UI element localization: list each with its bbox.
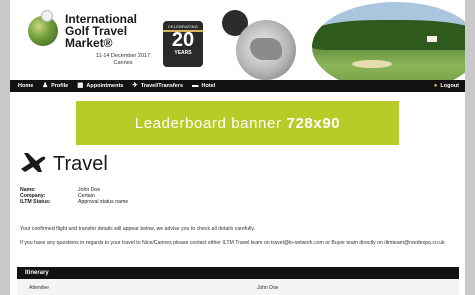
event-city: Cannes [113, 60, 133, 66]
event-date-text: 11-14 December 2017 [95, 53, 151, 59]
nav-appointments[interactable]: ▦ Appointments [77, 82, 124, 89]
bed-icon: ▬ [192, 82, 199, 89]
header: International Golf Travel Market® 11-14 … [10, 0, 465, 80]
page: International Golf Travel Market® 11-14 … [10, 0, 465, 295]
nav-hotel-label: Hotel [201, 83, 216, 89]
calendar-icon: ▦ [77, 82, 84, 89]
nav-home-label: Home [18, 83, 34, 89]
nav-appointments-label: Appointments [86, 83, 124, 89]
golf-course-image [312, 2, 465, 80]
course-building [427, 36, 437, 42]
itinerary-header: Itinerary [17, 267, 459, 279]
main-nav: Home ♟ Profile ▦ Appointments ✈ Travel/T… [10, 80, 465, 92]
course-bunker [352, 60, 392, 68]
logo-line-3: Market® [65, 36, 113, 50]
banner-size: 728x90 [286, 114, 341, 132]
nav-hotel[interactable]: ▬ Hotel [192, 82, 216, 89]
anniversary-badge: CELEBRATING 20 YEARS [163, 21, 203, 67]
nav-travel-label: Travel/Transfers [140, 83, 184, 89]
event-date: 11-14 December 2017 Cannes [83, 53, 163, 67]
itinerary-title: Itinerary [25, 270, 49, 276]
nav-profile[interactable]: ♟ Profile [42, 82, 69, 89]
badge-number: 20 [171, 29, 195, 51]
badge-ribbon [163, 30, 203, 32]
course-trees [312, 20, 465, 50]
banner-text: Leaderboard banner [134, 114, 282, 132]
lock-icon: ● [433, 83, 438, 89]
plane-icon: ✈ [132, 82, 138, 89]
nav-travel[interactable]: ✈ Travel/Transfers [132, 82, 184, 89]
golf-ball-icon [41, 10, 53, 22]
logout-button[interactable]: ● Logout [434, 80, 459, 92]
badge-bottom-text: YEARS [174, 50, 192, 56]
handshake-shape [250, 38, 282, 60]
detail-label: ILTM Status: [20, 199, 51, 206]
logout-label: Logout [440, 83, 459, 89]
contact-paragraph: If you have any questions in regards to … [20, 240, 445, 246]
detail-value: Approval status name [78, 199, 129, 206]
nav-profile-label: Profile [51, 83, 69, 89]
person-icon: ♟ [42, 82, 49, 89]
leaderboard-banner[interactable]: Leaderboard banner 728x90 [76, 101, 399, 145]
nav-home[interactable]: Home [18, 83, 33, 89]
logo-title[interactable]: International Golf Travel Market® [65, 13, 157, 49]
detail-row: ILTM Status: Approval status name [20, 199, 128, 205]
plane-icon [21, 153, 46, 172]
table-row: Attendee John Doe [17, 279, 459, 295]
page-title: Travel [53, 153, 108, 175]
intro-paragraph: Your confirmed flight and transfer detai… [20, 226, 256, 232]
itinerary-row-label: Attendee [29, 285, 50, 291]
attendee-details: Name: John Doe Company: Certain ILTM Sta… [20, 187, 128, 206]
itinerary-row-value: John Doe [257, 285, 279, 291]
